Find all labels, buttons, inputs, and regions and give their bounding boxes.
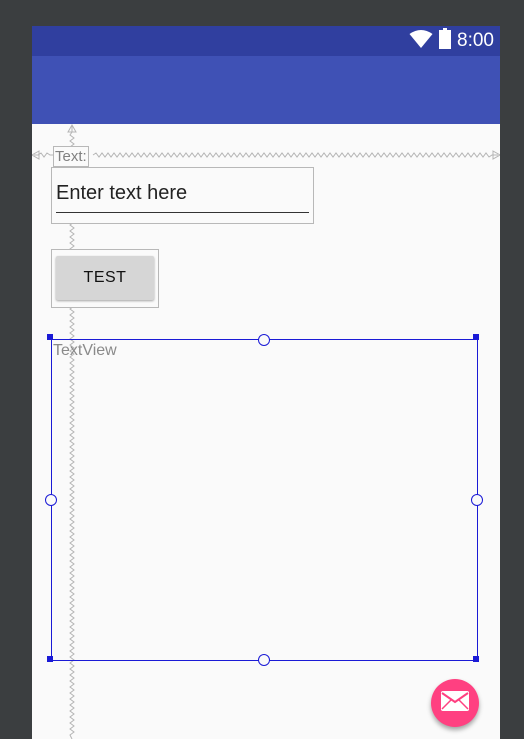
anchor-left[interactable] xyxy=(45,494,57,506)
text-input-underline xyxy=(56,212,309,213)
textview-text: TextView xyxy=(53,342,117,359)
text-input[interactable]: Enter text here xyxy=(56,182,187,205)
resize-handle-bottom-right[interactable] xyxy=(473,656,479,662)
horizontal-constraint-right xyxy=(92,152,498,158)
test-button-box: TEST xyxy=(51,249,159,308)
resize-handle-top-left[interactable] xyxy=(47,334,53,340)
content-area: Text: Enter text here TEST TextView xyxy=(32,124,500,739)
battery-icon xyxy=(439,28,452,54)
text-input-box[interactable]: Enter text here xyxy=(51,167,314,224)
resize-handle-bottom-left[interactable] xyxy=(47,656,53,662)
fab-email-button[interactable] xyxy=(431,679,479,727)
status-time: 8:00 xyxy=(457,30,494,51)
textview-selection[interactable]: TextView xyxy=(51,339,478,661)
anchor-bottom[interactable] xyxy=(258,654,270,666)
layout-editor-canvas: 8:00 Text: Enter text here TEST TextView xyxy=(0,0,524,739)
status-bar: 8:00 xyxy=(32,26,500,56)
email-icon xyxy=(440,690,470,717)
device-preview: 8:00 Text: Enter text here TEST TextView xyxy=(32,26,500,739)
test-button[interactable]: TEST xyxy=(56,256,154,300)
status-icons: 8:00 xyxy=(409,28,494,54)
text-label: Text: xyxy=(53,146,89,167)
wifi-icon xyxy=(409,29,433,54)
anchor-right[interactable] xyxy=(471,494,483,506)
app-bar xyxy=(32,56,500,124)
resize-handle-top-right[interactable] xyxy=(473,334,479,340)
horizontal-constraint-left xyxy=(34,152,53,158)
anchor-top[interactable] xyxy=(258,334,270,346)
